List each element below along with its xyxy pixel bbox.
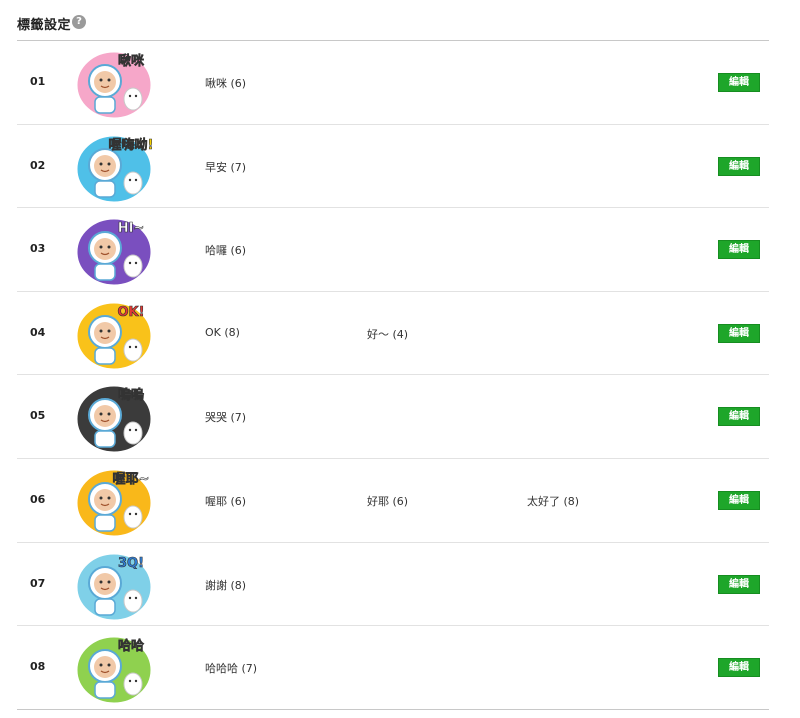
sticker-image[interactable]: 哈哈 — [73, 630, 155, 706]
sticker-image[interactable]: 嗚嗚 — [73, 379, 155, 455]
edit-button[interactable]: 編輯 — [718, 490, 760, 510]
sticker-caption: 嗚嗚 — [118, 387, 144, 403]
sticker-image[interactable]: 喔嗨呦! — [73, 129, 155, 205]
sticker-image[interactable]: HI~ — [73, 212, 155, 288]
tag-label: 哈哈哈 (7) — [205, 662, 258, 676]
tag-label: OK (8) — [205, 325, 240, 339]
sticker-image[interactable]: OK! — [73, 296, 155, 372]
sticker-caption: 喔嗨呦! — [109, 137, 154, 153]
table-row: 06 喔耶~ 喔耶 (6) 好耶 (6) 太好了 (8) 編輯 — [17, 459, 769, 543]
sticker-caption: 喔耶~ — [113, 472, 150, 487]
edit-button[interactable]: 編輯 — [718, 323, 760, 343]
row-number: 05 — [30, 409, 46, 423]
tag-label: 謝謝 (8) — [205, 578, 247, 592]
row-number: 06 — [30, 492, 46, 506]
table-row: 03 HI~ 哈囉 (6) 編輯 — [17, 208, 769, 292]
sticker-caption: 3Q! — [118, 556, 144, 571]
tag-label: 哭哭 (7) — [205, 411, 247, 425]
section-header: 標籤設定 ? — [17, 10, 769, 41]
tag-label: 喔耶 (6) — [205, 494, 247, 508]
edit-button[interactable]: 編輯 — [718, 240, 760, 260]
page-title: 標籤設定 — [17, 18, 72, 33]
edit-button[interactable]: 編輯 — [718, 658, 760, 678]
edit-button[interactable]: 編輯 — [718, 73, 760, 92]
sticker-caption: OK! — [117, 305, 144, 320]
row-number: 04 — [30, 325, 46, 339]
sticker-caption: HI~ — [118, 221, 145, 236]
table-row: 08 哈哈哈哈哈 (7) 編輯 — [17, 626, 769, 710]
table-row: 05 嗚嗚哭哭 (7) 編輯 — [17, 375, 769, 459]
tag-label: 好～ (4) — [367, 327, 409, 341]
edit-button[interactable]: 編輯 — [718, 407, 760, 427]
sticker-tag-list: 01 啾咪 啾咪 (6) 編輯 02 喔嗨呦! 早安 (7) 編輯 03 HI~ 哈囉 (6) 編輯 0… — [17, 41, 769, 710]
tag-label: 太好了 (8) — [527, 494, 580, 508]
tag-label: 早安 (7) — [205, 160, 247, 174]
row-number: 07 — [30, 576, 46, 590]
table-row: 01 啾咪啾咪 (6) 編輯 — [17, 41, 769, 125]
sticker-image[interactable]: 啾咪 — [73, 45, 155, 121]
edit-button[interactable]: 編輯 — [718, 574, 760, 594]
sticker-image[interactable]: 3Q! — [73, 547, 155, 623]
sticker-caption: 哈哈 — [118, 638, 144, 654]
sticker-caption: 啾咪 — [118, 53, 145, 69]
table-row: 04 OK! OK (8) 好～ (4) 編輯 — [17, 292, 769, 376]
row-number: 08 — [30, 660, 46, 674]
row-number: 02 — [30, 158, 46, 172]
table-row: 02 喔嗨呦! 早安 (7) 編輯 — [17, 125, 769, 209]
row-number: 01 — [30, 75, 46, 88]
row-number: 03 — [30, 242, 46, 256]
tag-label: 好耶 (6) — [367, 494, 409, 508]
sticker-image[interactable]: 喔耶~ — [73, 463, 155, 539]
table-row: 07 3Q! 謝謝 (8) 編輯 — [17, 543, 769, 627]
help-icon[interactable]: ? — [72, 15, 86, 29]
tag-label: 哈囉 (6) — [205, 244, 247, 258]
tag-label: 啾咪 (6) — [205, 77, 247, 90]
edit-button[interactable]: 編輯 — [718, 156, 760, 176]
